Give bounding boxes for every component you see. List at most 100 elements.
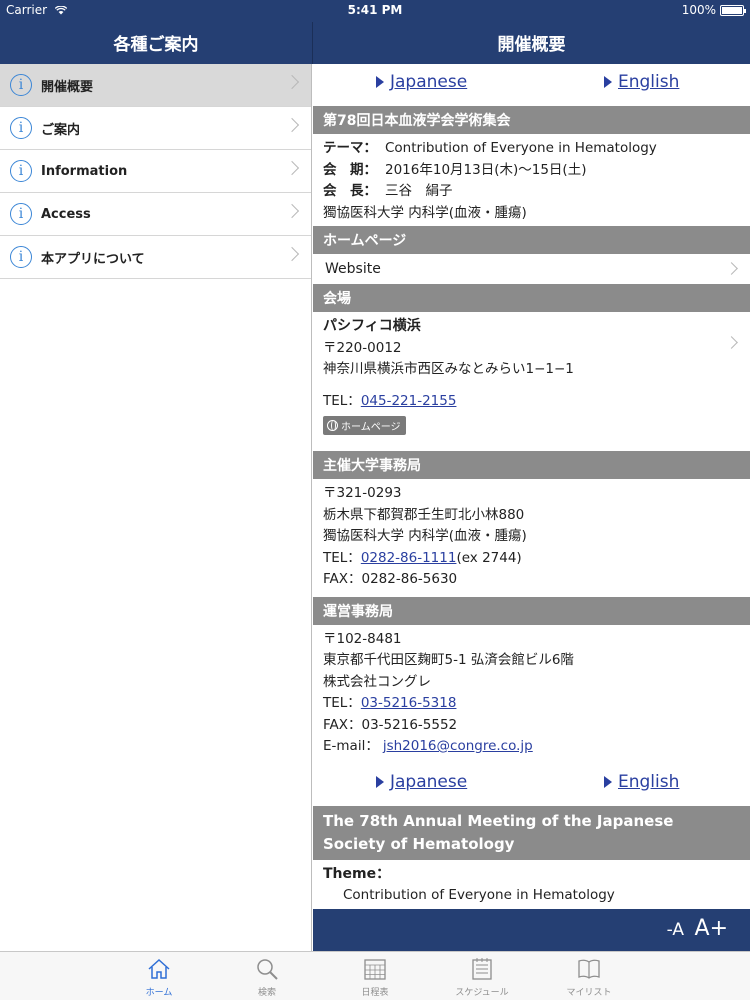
chevron-right-icon: [284, 74, 300, 90]
organizer-address: 栃木県下都賀郡壬生町北小林880: [323, 506, 525, 523]
triangle-right-icon: [376, 76, 384, 88]
schedule-icon: [472, 958, 492, 980]
venue-zip: 〒220-0012: [323, 339, 402, 356]
theme-value: Contribution of Everyone in Hematology: [385, 140, 657, 156]
dates-row: 会 期： 2016年10月13日(木)～15日(土): [313, 160, 750, 182]
office-fax: FAX：03-5216-5552: [323, 716, 458, 733]
triangle-right-icon: [604, 775, 612, 788]
venue-header: 会場: [313, 284, 750, 312]
battery-percent: 100%: [681, 3, 716, 17]
tab-label: スケジュール: [455, 988, 509, 998]
organizer-tel-row: TEL：0282-86-1111(ex 2744): [313, 548, 750, 570]
website-row[interactable]: Website: [313, 254, 750, 284]
tab-schedule[interactable]: スケジュール: [447, 956, 517, 998]
english-meeting-title: The 78th Annual Meeting of the Japanese …: [313, 805, 750, 860]
master-title: 各種ご案内: [113, 35, 199, 55]
office-header: 運営事務局: [313, 596, 750, 625]
president-value: 三谷 絹子: [385, 183, 453, 199]
meeting-title: 第78回日本血液学会学術集会: [313, 106, 750, 134]
chevron-right-icon: [284, 246, 300, 262]
english-theme-label: Theme：: [323, 865, 391, 882]
tab-label: ホーム: [145, 988, 173, 998]
font-larger-button[interactable]: A+: [695, 916, 728, 941]
menu-item-label: 本アプリについて: [41, 251, 145, 267]
venue-homepage-button[interactable]: ホームページ: [323, 416, 406, 435]
triangle-right-icon: [604, 76, 612, 88]
globe-icon: [327, 420, 338, 431]
president-affiliation: 獨協医科大学 内科学(血液・腫瘍): [323, 204, 527, 221]
organizer-header: 主催大学事務局: [313, 451, 750, 479]
menu-item-label: Access: [41, 206, 91, 222]
theme-row: テーマ： Contribution of Everyone in Hematolo…: [313, 138, 750, 160]
office-block: 〒102-8481 東京都千代田区麹町5-1 弘済会館ビル6階 株式会社コングレ…: [313, 625, 750, 758]
venue-tel-row: TEL：045-221-2155: [313, 391, 750, 413]
tab-timetable[interactable]: 日程表: [340, 956, 410, 998]
menu-item-label: 開催概要: [41, 79, 94, 95]
chevron-right-icon: [284, 203, 300, 219]
menu-item-guide[interactable]: i ご案内: [0, 107, 311, 150]
dates-label: 会 期：: [323, 161, 377, 178]
tab-search[interactable]: 検索: [232, 956, 302, 998]
info-icon: i: [10, 160, 32, 182]
english-link-label: English: [618, 72, 680, 92]
tab-bar: ホーム 検索 日程表 スケジュール マイリスト: [0, 951, 750, 1000]
book-icon: [578, 959, 600, 979]
menu-item-label: ご案内: [41, 122, 81, 138]
theme-label: テーマ：: [323, 140, 377, 156]
homepage-header: ホームページ: [313, 226, 750, 254]
top-bar: Carrier 5:41 PM 100% 各種ご案内 開催概要: [0, 0, 750, 64]
menu-item-label: Information: [41, 163, 128, 179]
organizer-tel-link[interactable]: 0282-86-1111: [361, 550, 457, 566]
font-size-bar: -A A+: [313, 909, 750, 951]
font-smaller-button[interactable]: -A: [667, 920, 684, 940]
chevron-right-icon: [284, 117, 300, 133]
menu-item-access[interactable]: i Access: [0, 193, 311, 236]
tab-home[interactable]: ホーム: [124, 956, 194, 998]
organizer-zip: 〒321-0293: [323, 485, 402, 501]
menu-item-overview[interactable]: i 開催概要: [0, 64, 311, 107]
meeting-info: テーマ： Contribution of Everyone in Hematolo…: [313, 134, 750, 226]
website-label: Website: [325, 261, 381, 277]
english-link[interactable]: English: [604, 772, 679, 792]
venue-block[interactable]: パシフィコ横浜 〒220-0012 神奈川県横浜市西区みなとみらい1−1−1 T…: [313, 312, 750, 451]
japanese-link[interactable]: Japanese: [376, 772, 467, 792]
menu-item-about-app[interactable]: i 本アプリについて: [0, 236, 311, 279]
info-icon: i: [10, 74, 32, 96]
tab-label: 検索: [257, 988, 276, 998]
office-email-link[interactable]: jsh2016@congre.co.jp: [383, 738, 533, 754]
english-info: Theme： Contribution of Everyone in Hemat…: [313, 860, 750, 907]
detail-content[interactable]: Japanese English 第78回日本血液学会学術集会 テーマ： Cont…: [313, 64, 750, 909]
office-company: 株式会社コングレ: [323, 673, 431, 690]
office-tel-link[interactable]: 03-5216-5318: [361, 695, 457, 711]
organizer-affiliation: 獨協医科大学 内科学(血液・腫瘍): [323, 528, 527, 544]
office-email-row: E-mail： jsh2016@congre.co.jp: [313, 736, 750, 758]
tel-label: TEL：: [323, 695, 361, 711]
master-list: i 開催概要 i ご案内 i Information i Access i 本ア…: [0, 64, 312, 951]
tab-mylist[interactable]: マイリスト: [554, 956, 624, 998]
president-label: 会 長：: [323, 183, 377, 199]
english-link[interactable]: English: [604, 72, 679, 92]
search-icon: [257, 959, 278, 980]
triangle-right-icon: [376, 775, 384, 788]
tab-label: マイリスト: [566, 988, 612, 998]
tel-extension: (ex 2744): [456, 549, 522, 566]
office-zip: 〒102-8481: [323, 630, 402, 647]
language-switch-bottom: Japanese English: [313, 764, 750, 806]
english-link-label: English: [618, 771, 680, 792]
office-tel-row: TEL：03-5216-5318: [313, 693, 750, 715]
info-icon: i: [10, 117, 32, 139]
tab-label: 日程表: [361, 988, 389, 998]
home-icon: [148, 958, 170, 979]
language-switch: Japanese English: [313, 64, 750, 106]
venue-tel-link[interactable]: 045-221-2155: [361, 393, 457, 409]
japanese-link[interactable]: Japanese: [376, 72, 467, 92]
homepage-button-label: ホームページ: [341, 422, 401, 433]
detail-title: 開催概要: [497, 35, 566, 55]
english-theme-value: Contribution of Everyone in Hematology: [343, 887, 615, 903]
japanese-link-label: Japanese: [390, 72, 468, 92]
venue-address: 神奈川県横浜市西区みなとみらい1−1−1: [323, 361, 574, 377]
menu-item-information[interactable]: i Information: [0, 150, 311, 193]
info-icon: i: [10, 203, 32, 225]
organizer-block: 〒321-0293 栃木県下都賀郡壬生町北小林880 獨協医科大学 内科学(血液…: [313, 479, 750, 597]
office-address: 東京都千代田区麹町5-1 弘済会館ビル6階: [323, 652, 574, 668]
